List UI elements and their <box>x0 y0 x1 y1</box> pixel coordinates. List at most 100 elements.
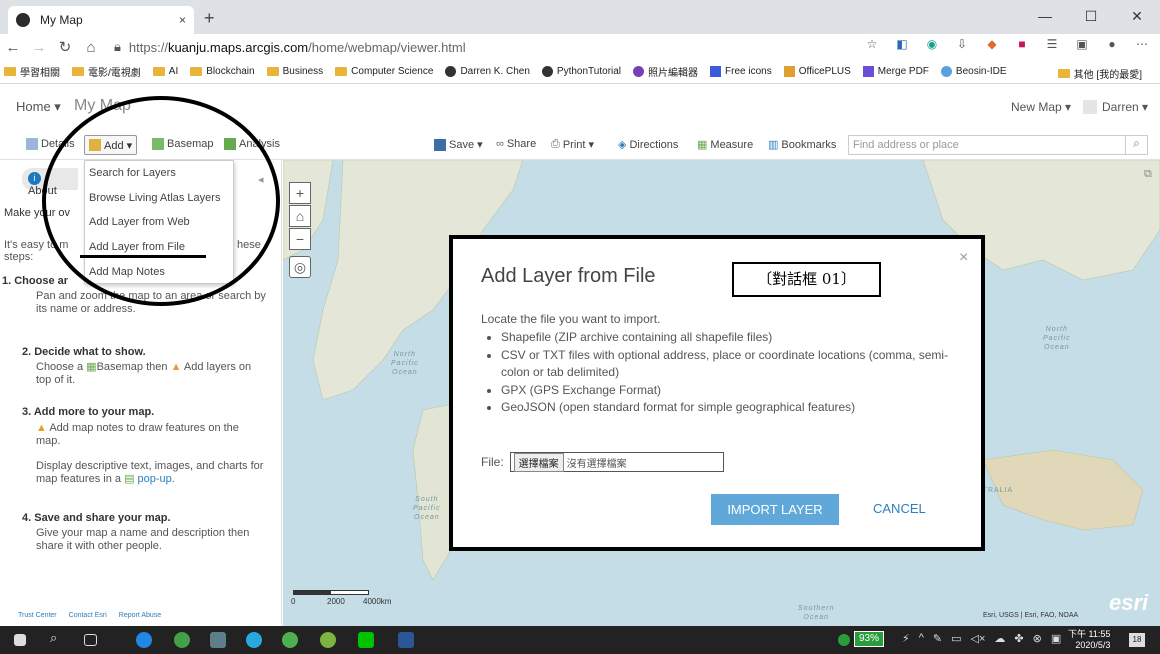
default-extent-button[interactable]: ⌂ <box>289 205 311 227</box>
print-button[interactable]: ⎙ Print ▾ <box>551 138 594 151</box>
chevron-up-icon[interactable]: ^ <box>919 632 924 645</box>
back-icon[interactable]: ← <box>0 39 26 56</box>
bookmark-item[interactable]: 電影/電視劇 <box>72 64 141 79</box>
basemap-button[interactable]: Basemap <box>152 138 213 150</box>
cancel-button[interactable]: CANCEL <box>873 501 926 516</box>
contact-esri-link[interactable]: Contact Esri <box>69 612 107 619</box>
locate-button[interactable]: ◎ <box>289 256 311 278</box>
bookmark-item[interactable]: Beosin-IDE <box>940 66 1006 77</box>
battery-indicator[interactable]: 93% <box>854 631 885 647</box>
bookmark-item[interactable]: AI <box>152 66 178 77</box>
tray-app-icon[interactable]: ⊗ <box>1033 632 1042 645</box>
forward-icon[interactable]: → <box>26 39 52 56</box>
add-button[interactable]: Add ▾ <box>84 135 138 155</box>
bookmark-item[interactable]: 照片編輯器 <box>633 64 698 79</box>
close-window-button[interactable]: ✕ <box>1114 0 1160 34</box>
edge-icon[interactable] <box>136 632 152 648</box>
notification-icon[interactable]: 18 <box>1129 633 1145 647</box>
user-menu[interactable]: Darren ▾ <box>1083 100 1148 114</box>
import-layer-button[interactable]: IMPORT LAYER <box>711 494 839 525</box>
bookmark-item[interactable]: PythonTutorial <box>541 66 621 77</box>
favorites-icon[interactable]: ☰ <box>1044 37 1060 51</box>
app-tray-icon[interactable] <box>838 634 850 646</box>
find-address-input[interactable]: Find address or place ⌕ <box>848 135 1148 155</box>
search-icon[interactable]: ⌕ <box>1125 136 1147 154</box>
word-icon[interactable] <box>398 632 414 648</box>
onedrive-icon[interactable]: ☁ <box>994 632 1005 645</box>
bookmarks-button[interactable]: ▥ Bookmarks <box>768 138 836 152</box>
other-favorites[interactable]: 其他 [我的最愛] <box>1057 66 1142 81</box>
ime-icon[interactable]: ▣ <box>1051 632 1061 645</box>
bookmark-item[interactable]: Merge PDF <box>862 66 929 77</box>
details-button[interactable]: Details <box>26 138 75 150</box>
new-map-menu[interactable]: New Map ▾ <box>1011 100 1071 114</box>
volume-icon[interactable]: ◁× <box>971 632 986 645</box>
popup-link[interactable]: pop-up. <box>138 473 175 485</box>
wechat-icon[interactable] <box>282 632 298 648</box>
network-icon[interactable]: ▭ <box>951 632 961 645</box>
ocean-label: South Pacific Ocean <box>413 496 441 521</box>
report-abuse-link[interactable]: Report Abuse <box>119 612 161 619</box>
app-icon[interactable] <box>320 632 336 648</box>
zoom-in-button[interactable]: + <box>289 182 311 204</box>
download-icon[interactable]: ⇩ <box>954 37 970 51</box>
menu-item-search-layers[interactable]: Search for Layers <box>89 167 176 179</box>
app-icon[interactable] <box>210 632 226 648</box>
directions-button[interactable]: ◈ Directions <box>618 138 678 152</box>
tray-app-icon[interactable]: ✤ <box>1014 632 1023 645</box>
collections-icon[interactable]: ▣ <box>1074 37 1090 51</box>
expand-icon[interactable]: ⧉ <box>1144 168 1152 181</box>
tab-close-icon[interactable]: × <box>179 13 186 27</box>
home-icon[interactable]: ⌂ <box>78 39 104 56</box>
bookmark-item[interactable]: 學習相關 <box>4 64 60 79</box>
favorite-star-icon[interactable]: ☆ <box>864 37 880 51</box>
bookmark-item[interactable]: OfficePLUS <box>783 66 851 77</box>
plug-icon[interactable]: ⚡ <box>902 632 910 645</box>
bookmark-item[interactable]: Blockchain <box>190 66 255 77</box>
bookmark-item[interactable]: Free icons <box>710 66 772 77</box>
about-tab[interactable]: iAbout <box>22 168 78 197</box>
minimize-button[interactable]: — <box>1022 0 1068 34</box>
bookmark-item[interactable]: Business <box>266 66 323 77</box>
close-icon[interactable]: × <box>959 249 968 267</box>
url-field[interactable]: 🔒︎ https://kuanju.maps.arcgis.com/home/w… <box>114 39 466 55</box>
windows-start-icon[interactable] <box>14 634 26 646</box>
menu-item-add-map-notes[interactable]: Add Map Notes <box>89 266 165 278</box>
bookmark-item[interactable]: Darren K. Chen <box>445 66 530 77</box>
collapse-icon[interactable]: ◂ <box>258 174 264 187</box>
clock[interactable]: 下午 11:55 2020/5/3 <box>1068 629 1110 651</box>
menu-item-browse-atlas[interactable]: Browse Living Atlas Layers <box>89 192 220 204</box>
share-button[interactable]: ∞ Share <box>496 138 536 150</box>
search-icon[interactable]: ⌕ <box>50 630 66 646</box>
zoom-out-button[interactable]: − <box>289 228 311 250</box>
folder-icon <box>1057 69 1070 78</box>
more-icon[interactable]: ⋯ <box>1134 37 1150 51</box>
refresh-icon[interactable]: ↻ <box>52 38 78 56</box>
save-button[interactable]: Save ▾ <box>434 138 483 151</box>
menu-item-add-from-file[interactable]: Add Layer from File <box>89 241 185 253</box>
choose-file-button[interactable]: 選擇檔案 <box>513 452 564 472</box>
step-2-text: top of it. <box>36 374 76 386</box>
url-path: /home/webmap/viewer.html <box>308 39 466 55</box>
extension-icon[interactable]: ◆ <box>984 37 1000 51</box>
browser-tab[interactable]: My Map × <box>8 6 194 34</box>
basemap-icon <box>152 138 164 150</box>
maximize-button[interactable]: ☐ <box>1068 0 1114 34</box>
bookmark-item[interactable]: Computer Science <box>335 66 433 77</box>
chrome-icon[interactable] <box>174 632 190 648</box>
line-icon[interactable] <box>358 632 374 648</box>
task-view-icon[interactable] <box>84 634 97 646</box>
analysis-button[interactable]: Analysis <box>224 138 280 150</box>
extension-icon[interactable]: ■ <box>1014 37 1030 51</box>
telegram-icon[interactable] <box>246 632 262 648</box>
home-menu[interactable]: Home ▾ <box>16 99 61 115</box>
new-tab-button[interactable]: + <box>204 8 215 29</box>
trust-center-link[interactable]: Trust Center <box>18 612 57 619</box>
file-input[interactable]: 選擇檔案 沒有選擇檔案 <box>509 452 724 472</box>
extension-icon[interactable]: ◧ <box>894 37 910 51</box>
menu-item-add-from-web[interactable]: Add Layer from Web <box>89 216 190 228</box>
measure-button[interactable]: ▦ Measure <box>697 138 753 152</box>
extension-icon[interactable]: ◉ <box>924 37 940 51</box>
profile-icon[interactable]: ● <box>1104 37 1120 51</box>
pen-icon[interactable]: ✎ <box>933 632 942 645</box>
